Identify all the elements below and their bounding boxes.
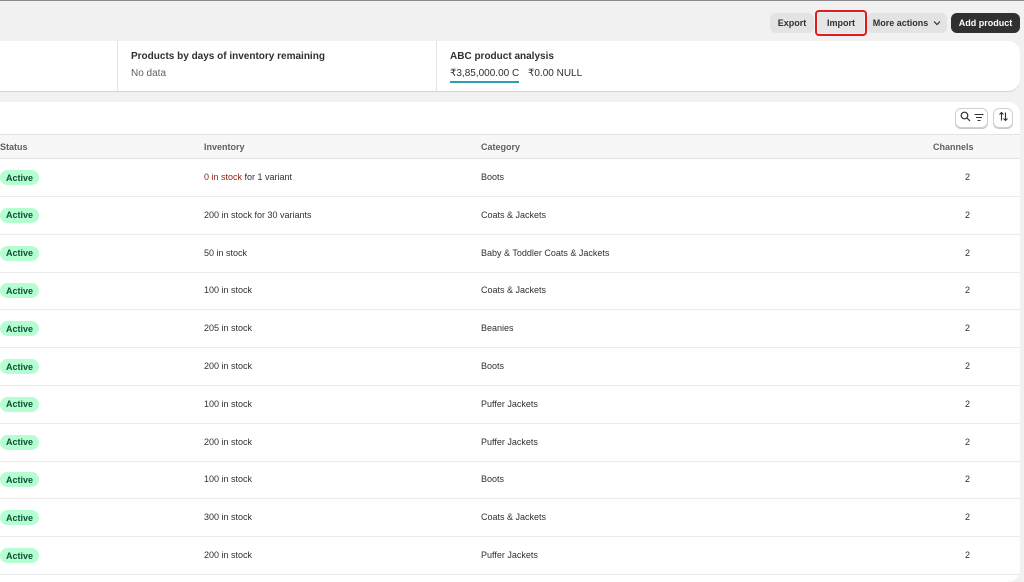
sort-button[interactable] bbox=[993, 108, 1013, 128]
table-row[interactable]: Active 0 in stock for 1 variant Boots 2 bbox=[0, 159, 1020, 197]
channels-cell: 2 bbox=[965, 436, 971, 447]
channels-cell: 2 bbox=[965, 209, 971, 220]
days-inventory-title: Products by days of inventory remaining bbox=[131, 51, 325, 62]
inventory-cell: 300 in stock bbox=[204, 512, 252, 522]
status-badge: Active bbox=[0, 434, 40, 450]
inventory-text: 200 in stock bbox=[204, 436, 253, 447]
table-row[interactable]: Active 300 in stock Coats & Jackets 2 bbox=[0, 499, 1020, 538]
table-row[interactable]: Active 205 in stock Beanies 2 bbox=[0, 310, 1020, 349]
channels-cell: 2 bbox=[965, 398, 971, 409]
status-badge: Active bbox=[0, 510, 40, 526]
channels-cell: 2 bbox=[965, 247, 971, 258]
inventory-text: 100 in stock bbox=[204, 398, 253, 409]
inventory-text: 50 in stock bbox=[204, 247, 248, 258]
products-table-card: Status Inventory Category Channels Activ… bbox=[0, 102, 1020, 582]
inventory-cell: 50 in stock bbox=[204, 248, 247, 258]
table-row[interactable]: Active 200 in stock Puffer Jackets 2 bbox=[0, 537, 1020, 575]
channels-cell: 2 bbox=[965, 172, 971, 182]
import-button-label: Import bbox=[827, 18, 855, 28]
column-category[interactable]: Category bbox=[481, 142, 520, 152]
inventory-text: 205 in stock bbox=[204, 323, 253, 334]
table-row[interactable]: Active 200 in stock Boots 2 bbox=[0, 348, 1020, 386]
category-cell: Puffer Jackets bbox=[481, 398, 538, 409]
category-cell: Coats & Jackets bbox=[481, 512, 547, 523]
add-product-label: Add product bbox=[958, 18, 1013, 28]
export-button-label: Export bbox=[777, 18, 807, 28]
status-badge: Active bbox=[0, 359, 40, 374]
category-cell: Coats & Jackets bbox=[481, 285, 547, 296]
table-row[interactable]: Active 100 in stock Puffer Jackets 2 bbox=[0, 386, 1020, 424]
status-badge: Active bbox=[0, 283, 40, 299]
category-cell: Beanies bbox=[481, 323, 514, 334]
table-header: Status Inventory Category Channels bbox=[0, 134, 1020, 159]
category-cell: Boots bbox=[481, 361, 505, 371]
column-status[interactable]: Status bbox=[0, 142, 28, 152]
table-row[interactable]: Active 100 in stock Coats & Jackets 2 bbox=[0, 272, 1020, 311]
inventory-text: 200 in stock bbox=[204, 550, 253, 560]
inventory-cell: 200 in stock bbox=[204, 550, 252, 560]
abc-value-c: ₹3,85,000.00 C bbox=[450, 68, 520, 83]
days-inventory-card[interactable]: Products by days of inventory remaining … bbox=[118, 41, 436, 91]
abc-analysis-card[interactable]: ABC product analysis ₹3,85,000.00 C ₹0.0… bbox=[437, 41, 1020, 91]
inventory-text: 200 in stock for 30 variants bbox=[204, 209, 312, 220]
channels-cell: 2 bbox=[965, 474, 971, 485]
more-actions-label: More actions bbox=[872, 18, 929, 28]
inventory-cell: 100 in stock bbox=[204, 285, 252, 295]
inventory-cell: 100 in stock bbox=[204, 474, 252, 484]
channels-cell: 2 bbox=[965, 361, 971, 371]
table-row[interactable]: Active 200 in stock for 30 variants Coats … bbox=[0, 197, 1020, 235]
channels-cell: 2 bbox=[965, 550, 971, 560]
category-cell: Boots bbox=[481, 474, 505, 485]
channels-cell: 2 bbox=[965, 512, 971, 523]
filter-icon bbox=[974, 109, 984, 127]
import-button[interactable]: Import bbox=[815, 10, 867, 36]
sort-icon bbox=[998, 109, 1009, 127]
category-cell: Puffer Jackets bbox=[481, 550, 538, 560]
column-channels[interactable]: Channels bbox=[933, 142, 974, 152]
status-badge: Active bbox=[0, 245, 40, 261]
category-cell: Baby & Toddler Coats & Jackets bbox=[481, 247, 610, 258]
days-inventory-value: No data bbox=[131, 68, 167, 79]
inventory-text: 200 in stock bbox=[204, 361, 253, 371]
inventory-cell: 200 in stock for 30 variants bbox=[204, 210, 312, 220]
category-cell: Boots bbox=[481, 172, 505, 182]
status-badge: Active bbox=[0, 472, 40, 488]
category-cell: Puffer Jackets bbox=[481, 436, 538, 447]
more-actions-button[interactable]: More actions bbox=[867, 13, 947, 33]
inventory-cell: 100 in stock bbox=[204, 399, 252, 409]
table-row[interactable]: Active 50 in stock Baby & Toddler Coats & … bbox=[0, 235, 1020, 273]
chevron-down-icon bbox=[933, 19, 941, 28]
abc-analysis-title: ABC product analysis bbox=[450, 51, 554, 62]
channels-cell: 2 bbox=[965, 285, 971, 296]
status-badge: Active bbox=[0, 548, 40, 563]
inventory-cell: 0 in stock for 1 variant bbox=[204, 172, 292, 182]
search-filter-button[interactable] bbox=[955, 108, 988, 128]
inventory-text: 100 in stock bbox=[204, 474, 253, 485]
status-badge: Active bbox=[0, 321, 40, 337]
export-button[interactable]: Export bbox=[770, 13, 814, 33]
status-badge: Active bbox=[0, 170, 40, 185]
inventory-cell: 200 in stock bbox=[204, 437, 252, 447]
analytics-cards: Products by days of inventory remaining … bbox=[0, 41, 1020, 91]
category-cell: Coats & Jackets bbox=[481, 209, 547, 220]
status-badge: Active bbox=[0, 396, 40, 412]
inventory-cell: 205 in stock bbox=[204, 323, 252, 333]
add-product-button[interactable]: Add product bbox=[951, 13, 1020, 33]
inventory-text: for 1 variant bbox=[242, 172, 293, 182]
channels-cell: 2 bbox=[965, 323, 971, 334]
inventory-text: 300 in stock bbox=[204, 512, 253, 523]
out-of-stock-text: 0 in stock bbox=[204, 172, 243, 182]
abc-value-null: ₹0.00 NULL bbox=[528, 68, 583, 79]
status-badge: Active bbox=[0, 207, 40, 223]
column-inventory[interactable]: Inventory bbox=[204, 142, 245, 152]
inventory-text: 100 in stock bbox=[204, 285, 253, 296]
inventory-cell: 200 in stock bbox=[204, 361, 252, 371]
table-row[interactable]: Active 200 in stock Puffer Jackets 2 bbox=[0, 424, 1020, 462]
search-icon bbox=[960, 109, 971, 127]
table-row[interactable]: Active 100 in stock Boots 2 bbox=[0, 461, 1020, 500]
page-header: Export Import More actions Add product bbox=[0, 0, 1024, 40]
